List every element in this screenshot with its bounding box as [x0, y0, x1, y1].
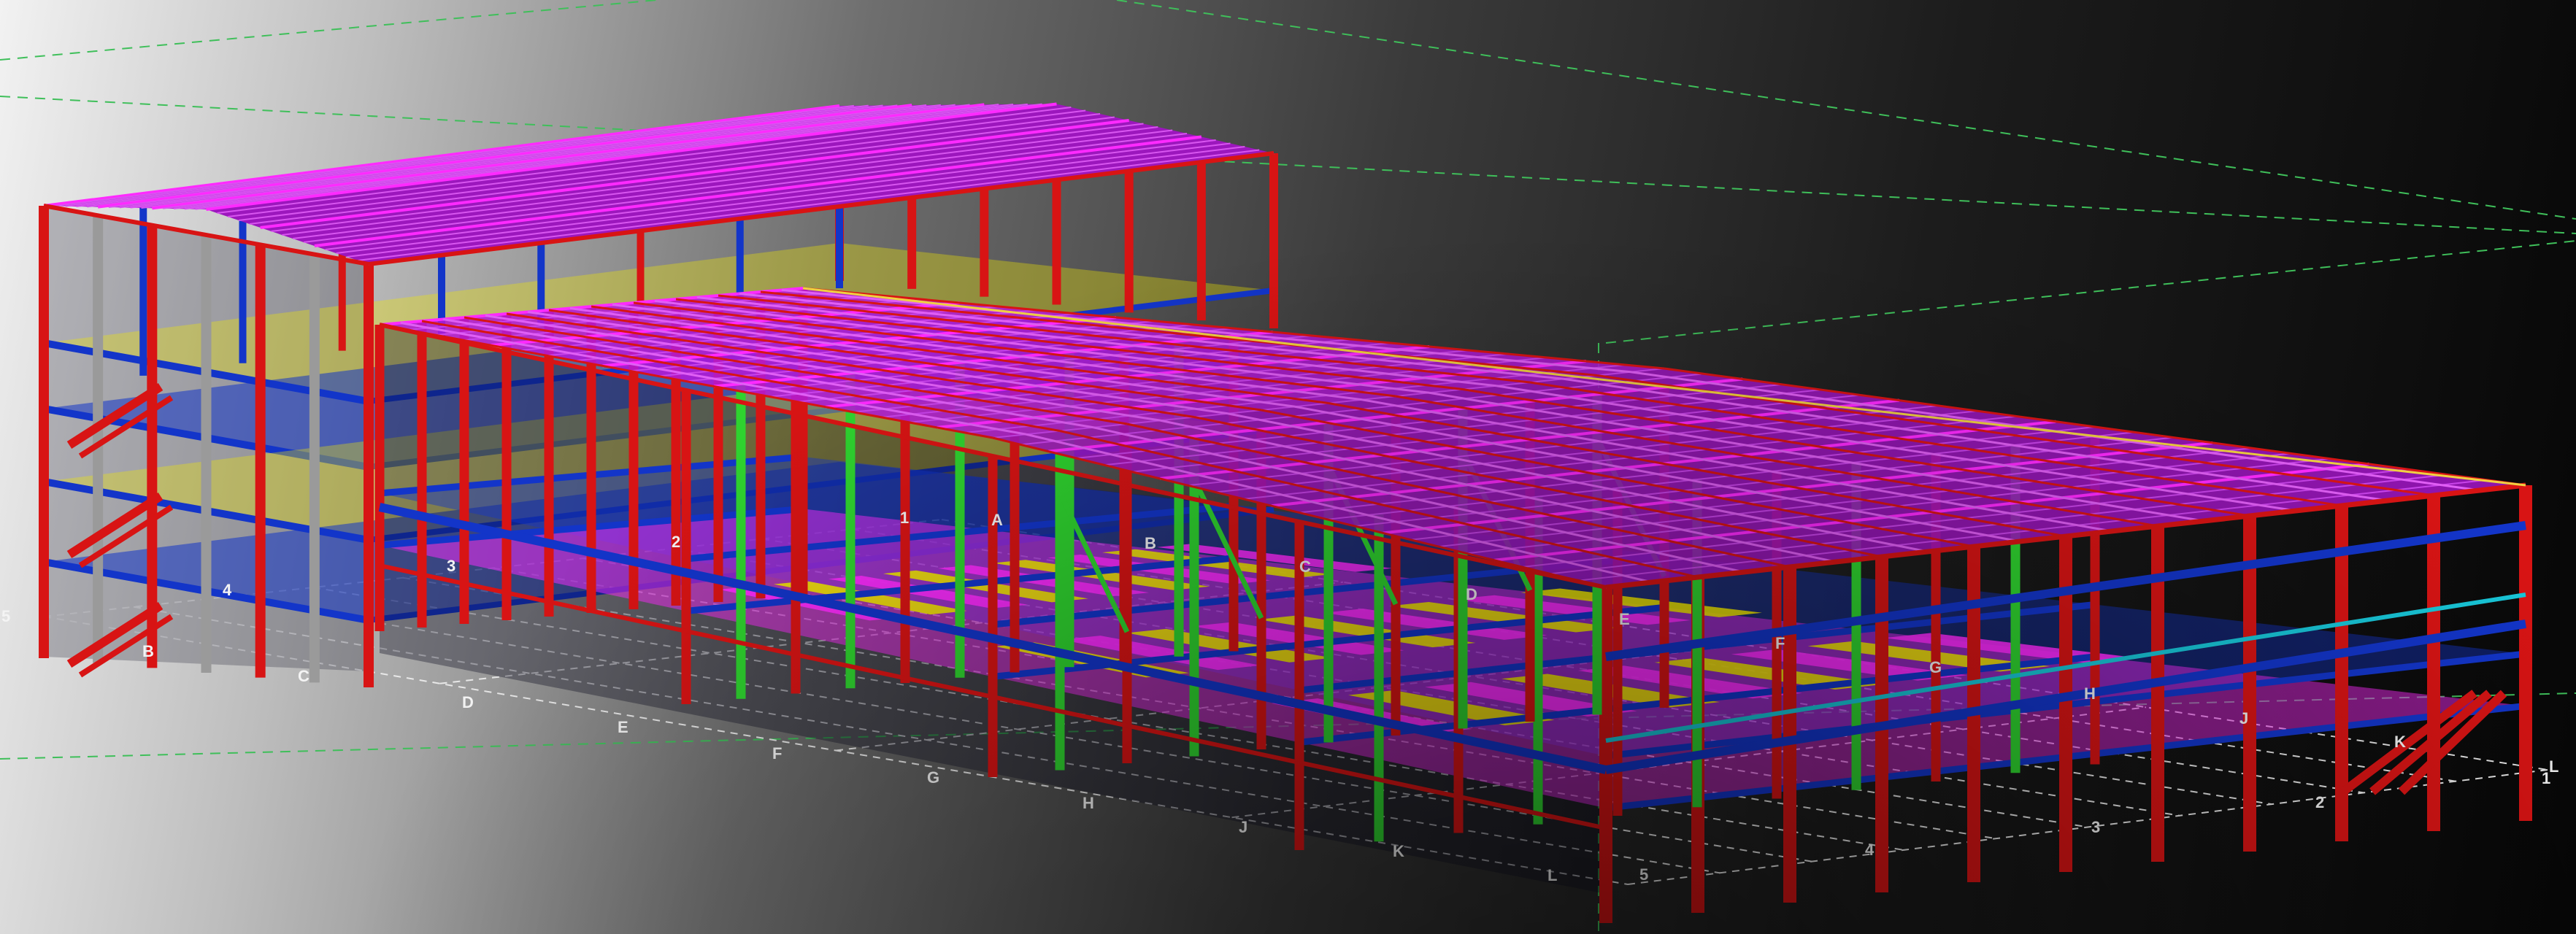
grid-label-back-f: F: [1775, 634, 1785, 652]
grid-label-back-h: H: [2084, 684, 2096, 703]
grid-label-back-b: B: [1145, 534, 1156, 552]
grid-label-front-d: D: [462, 693, 474, 711]
grid-label-front-b: B: [142, 642, 154, 660]
grid-label-right-5: 5: [1639, 865, 1648, 884]
grid-label-front-j: J: [1239, 818, 1247, 836]
grid-label-front-g: G: [927, 768, 939, 787]
grid-label-right-3: 3: [2091, 818, 2100, 836]
grid-label-right-2: 2: [2315, 793, 2324, 811]
grid-label-back-c: C: [1299, 557, 1311, 576]
grid-label-right-1: 1: [2542, 769, 2550, 787]
guide-line: [0, 0, 658, 61]
grid-label-front-e: E: [618, 718, 628, 736]
grid-label-left-4: 4: [223, 581, 232, 599]
grid-label-right-4: 4: [1865, 841, 1875, 859]
main-hall-building: [374, 287, 2532, 923]
grid-label-front-f: F: [772, 744, 782, 763]
grid-label-back-d: D: [1466, 585, 1477, 603]
grid-label-front-c: C: [298, 667, 309, 685]
grid-label-front-h: H: [1083, 794, 1094, 812]
3d-model-viewport[interactable]: B C D E F G H J K L A B C D E F G H J K …: [0, 0, 2576, 934]
grid-label-back-g: G: [1929, 658, 1942, 676]
guide-line: [1605, 240, 2576, 344]
grid-label-left-2: 2: [672, 533, 680, 551]
grid-label-back-e: E: [1619, 610, 1630, 628]
grid-label-left-5: 5: [1, 607, 10, 625]
guide-line: [1116, 0, 2576, 220]
grid-label-back-k: K: [2394, 733, 2406, 751]
steel-structure-model[interactable]: B C D E F G H J K L A B C D E F G H J K …: [0, 0, 2576, 934]
grid-label-back-a: A: [991, 511, 1003, 529]
grid-label-front-l: L: [1547, 866, 1557, 884]
grid-label-left-1: 1: [900, 509, 909, 527]
grid-label-left-3: 3: [447, 557, 455, 575]
grid-label-front-k: K: [1393, 842, 1404, 860]
grid-label-back-j: J: [2239, 709, 2248, 727]
